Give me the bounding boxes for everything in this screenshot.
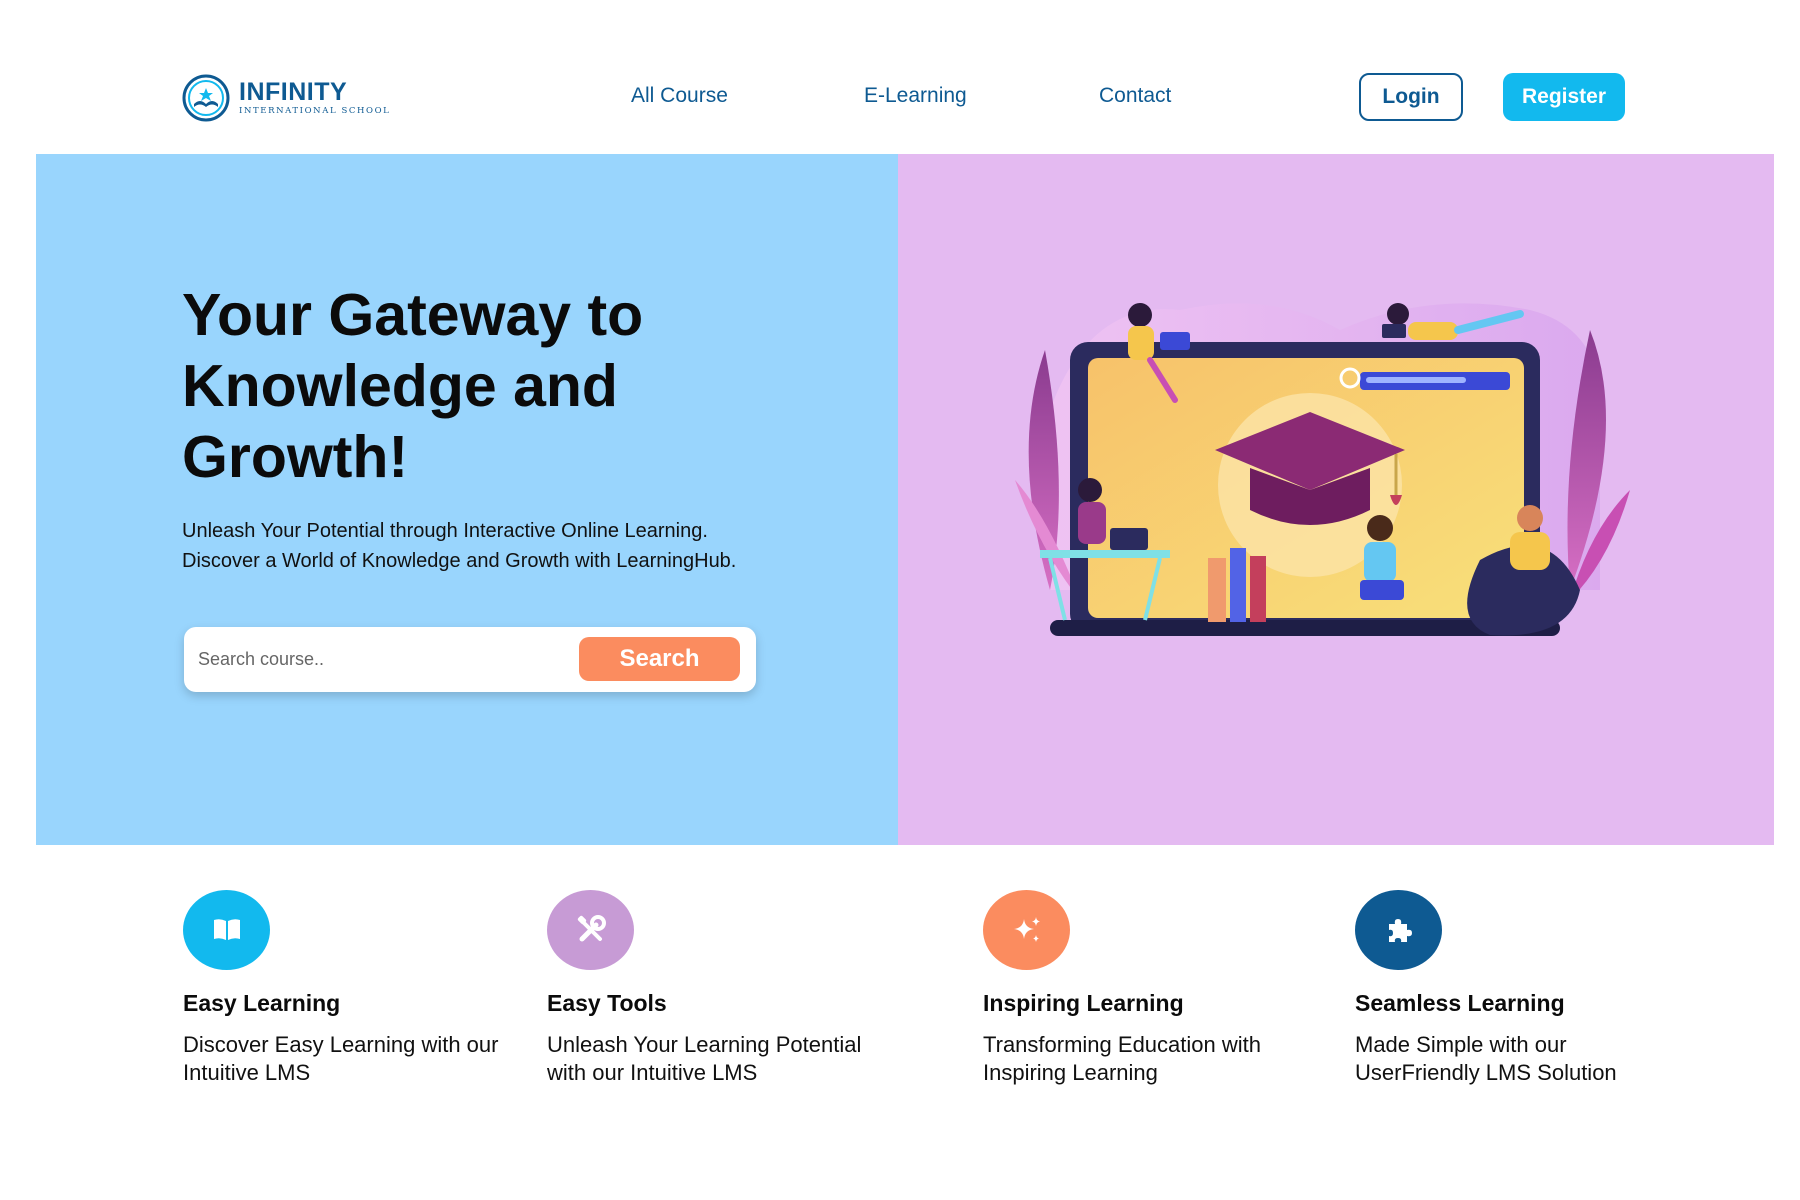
feature-title: Easy Tools [547,990,667,1016]
hero-subtitle-line-2: Discover a World of Knowledge and Growth… [182,550,737,572]
feature-easy-tools: Easy Tools Unleash Your Learning Potenti… [547,890,907,1087]
feature-seamless-learning: Seamless Learning Made Simple with our U… [1355,890,1715,1087]
header: INFINITY INTERNATIONAL SCHOOL All Course… [0,0,1800,154]
feature-inspiring-learning: Inspiring Learning Transforming Educatio… [983,890,1343,1087]
feature-description: Transforming Education with Inspiring Le… [983,1032,1261,1085]
feature-description: Unleash Your Learning Potential with our… [547,1032,862,1085]
brand-name: INFINITY [239,78,348,106]
nav-all-course[interactable]: All Course [631,84,728,108]
brand-logo[interactable]: INFINITY INTERNATIONAL SCHOOL [182,74,390,122]
feature-title: Easy Learning [183,990,341,1016]
book-icon [183,890,270,970]
school-logo-icon [182,74,230,122]
feature-description: Discover Easy Learning with our Intuitiv… [183,1032,499,1085]
feature-easy-learning: Easy Learning Discover Easy Learning wit… [183,890,543,1087]
tools-icon [547,890,634,970]
online-learning-illustration [1015,303,1630,636]
nav-e-learning[interactable]: E-Learning [864,84,967,108]
search-button[interactable]: Search [579,637,740,681]
login-button[interactable]: Login [1359,73,1463,121]
nav-contact[interactable]: Contact [1099,84,1171,108]
hero-subtitle: Unleash Your Potential through Interacti… [182,516,822,576]
feature-title: Seamless Learning [1355,990,1565,1016]
brand-subtitle: INTERNATIONAL SCHOOL [239,106,391,116]
puzzle-icon [1355,890,1442,970]
feature-title: Inspiring Learning [983,990,1184,1016]
search-input[interactable] [198,639,578,679]
feature-description: Made Simple with our UserFriendly LMS So… [1355,1032,1617,1085]
hero-left-panel [36,154,898,845]
register-button[interactable]: Register [1503,73,1625,121]
course-search-box: Search [184,627,756,692]
hero-subtitle-line-1: Unleash Your Potential through Interacti… [182,520,708,542]
sparkles-icon [983,890,1070,970]
hero-title: Your Gateway to Knowledge and Growth! [182,282,644,490]
